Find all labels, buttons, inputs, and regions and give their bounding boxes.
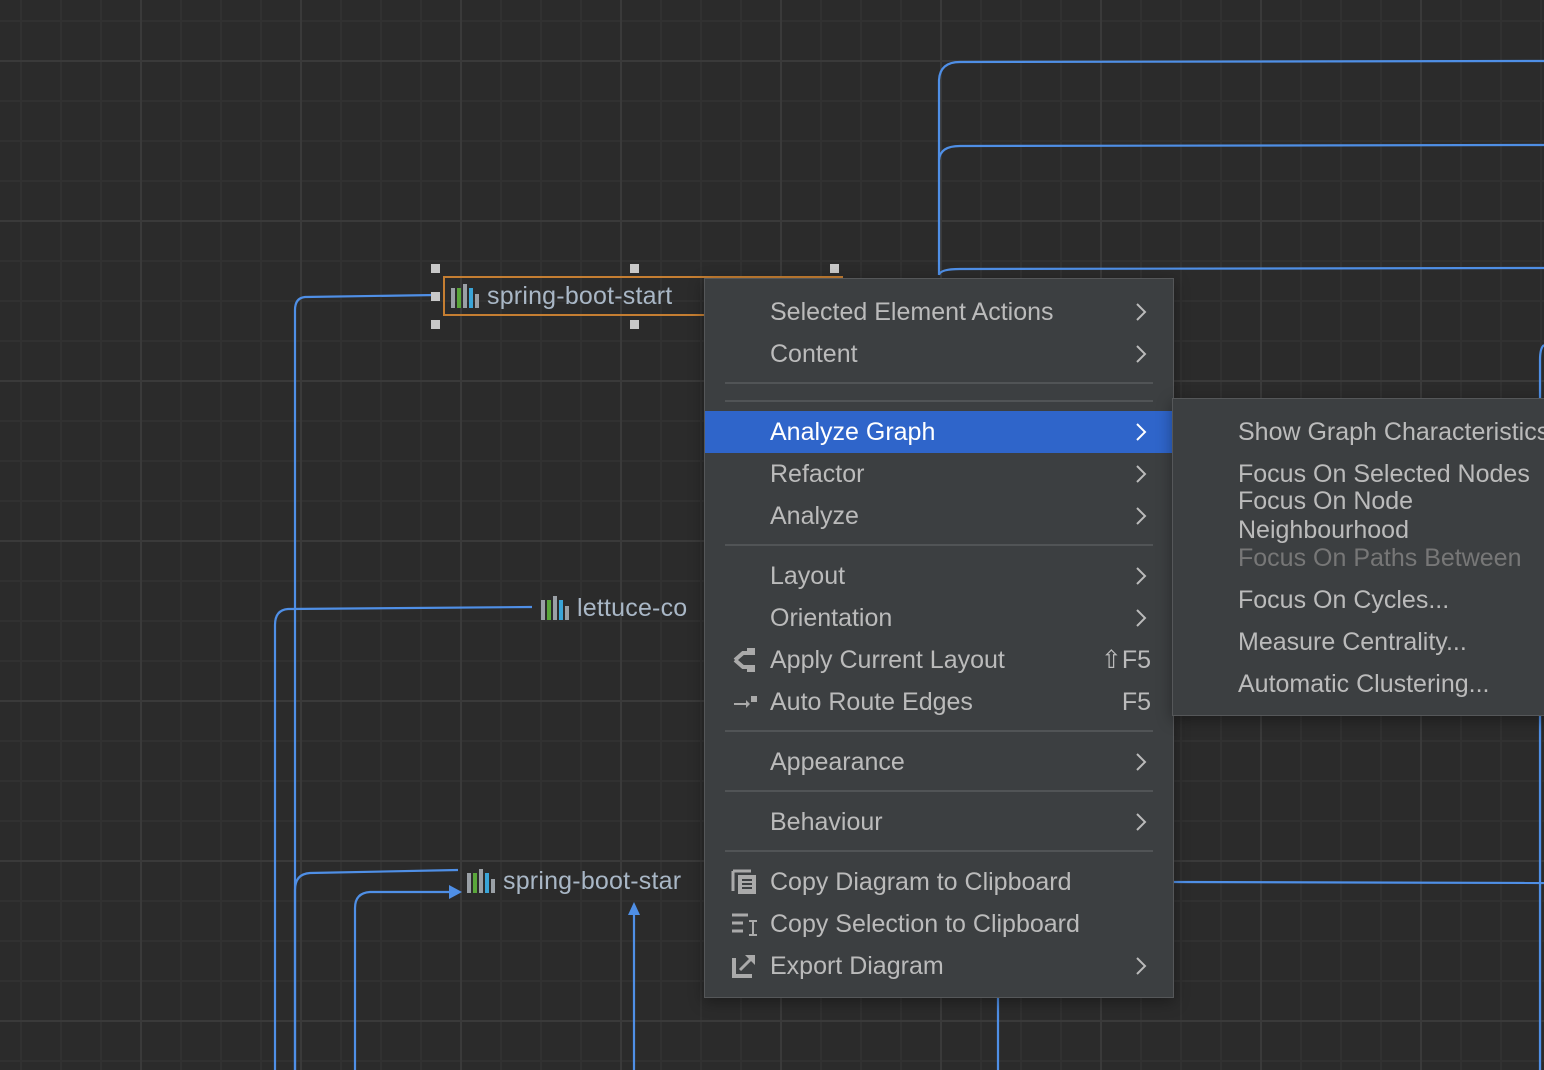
menu-separator bbox=[725, 790, 1153, 792]
apply-layout-icon bbox=[733, 648, 755, 672]
menu-item-label: Orientation bbox=[770, 603, 893, 632]
context-menu: Selected Element Actions Content Analyze… bbox=[704, 278, 1174, 998]
resize-handle[interactable] bbox=[630, 320, 639, 329]
chevron-right-icon bbox=[1136, 957, 1147, 975]
menu-item-label: Content bbox=[770, 339, 858, 368]
edge bbox=[937, 266, 1544, 276]
menu-item-selected-element-actions[interactable]: Selected Element Actions bbox=[705, 291, 1173, 333]
menu-separator bbox=[725, 730, 1153, 732]
menu-item-label: Export Diagram bbox=[770, 951, 944, 980]
resize-handle[interactable] bbox=[830, 264, 839, 273]
menu-item-analyze[interactable]: Analyze bbox=[705, 495, 1173, 537]
edge bbox=[937, 143, 1544, 161]
menu-item-refactor[interactable]: Refactor bbox=[705, 453, 1173, 495]
menu-item-label: Copy Diagram to Clipboard bbox=[770, 867, 1072, 896]
edge bbox=[353, 890, 452, 1070]
menu-item-behaviour[interactable]: Behaviour bbox=[705, 801, 1173, 843]
resize-handle[interactable] bbox=[630, 264, 639, 273]
menu-item-label: Automatic Clustering... bbox=[1238, 669, 1490, 698]
menu-item-auto-route-edges[interactable]: Auto Route Edges F5 bbox=[705, 681, 1173, 723]
maven-library-icon bbox=[467, 869, 495, 893]
menu-item-label: Focus On Cycles... bbox=[1238, 585, 1450, 614]
menu-item-label: Focus On Selected Nodes bbox=[1238, 459, 1530, 488]
menu-item-label: Show Graph Characteristics bbox=[1238, 417, 1544, 446]
submenu-item-automatic-clustering[interactable]: Automatic Clustering... bbox=[1173, 663, 1544, 705]
chevron-right-icon bbox=[1136, 303, 1147, 321]
menu-item-orientation[interactable]: Orientation bbox=[705, 597, 1173, 639]
menu-item-label: Copy Selection to Clipboard bbox=[770, 909, 1080, 938]
menu-separator bbox=[725, 850, 1153, 852]
diagram-node[interactable]: spring-boot-star bbox=[467, 863, 681, 899]
menu-separator bbox=[725, 400, 1153, 402]
menu-separator bbox=[725, 382, 1153, 384]
menu-item-label: Appearance bbox=[770, 747, 905, 776]
menu-item-analyze-graph[interactable]: Analyze Graph bbox=[705, 411, 1173, 453]
menu-item-layout[interactable]: Layout bbox=[705, 555, 1173, 597]
arrowhead bbox=[449, 885, 462, 899]
edge bbox=[293, 868, 459, 1070]
route-edges-icon bbox=[734, 696, 757, 708]
edge bbox=[273, 605, 533, 1070]
menu-item-copy-diagram[interactable]: Copy Diagram to Clipboard bbox=[705, 861, 1173, 903]
chevron-right-icon bbox=[1136, 567, 1147, 585]
chevron-right-icon bbox=[1136, 609, 1147, 627]
menu-item-label: Analyze Graph bbox=[770, 417, 936, 446]
shortcut-label: ⇧F5 bbox=[1100, 646, 1151, 674]
menu-item-copy-selection[interactable]: Copy Selection to Clipboard bbox=[705, 903, 1173, 945]
menu-item-label: Apply Current Layout bbox=[770, 645, 1005, 674]
menu-item-label: Focus On Paths Between bbox=[1238, 543, 1522, 572]
diagram-node[interactable]: lettuce-co bbox=[541, 590, 687, 626]
node-label: spring-boot-start bbox=[487, 281, 673, 310]
menu-item-apply-current-layout[interactable]: Apply Current Layout ⇧F5 bbox=[705, 639, 1173, 681]
export-icon bbox=[732, 955, 755, 978]
submenu-item-focus-cycles[interactable]: Focus On Cycles... bbox=[1173, 579, 1544, 621]
edge bbox=[1173, 880, 1544, 885]
copy-selection-icon bbox=[732, 913, 757, 936]
menu-item-label: Auto Route Edges bbox=[770, 687, 973, 716]
arrowhead bbox=[628, 902, 640, 915]
submenu-item-focus-node-neighbourhood[interactable]: Focus On Node Neighbourhood bbox=[1173, 487, 1544, 544]
resize-handle[interactable] bbox=[431, 292, 440, 301]
resize-handle[interactable] bbox=[431, 320, 440, 329]
node-label: spring-boot-star bbox=[503, 866, 682, 895]
chevron-right-icon bbox=[1136, 753, 1147, 771]
maven-library-icon bbox=[451, 284, 479, 308]
menu-item-appearance[interactable]: Appearance bbox=[705, 741, 1173, 783]
edge bbox=[937, 59, 1544, 275]
menu-item-label: Analyze bbox=[770, 501, 859, 530]
resize-handle[interactable] bbox=[431, 264, 440, 273]
menu-item-label: Behaviour bbox=[770, 807, 883, 836]
menu-item-export-diagram[interactable]: Export Diagram bbox=[705, 945, 1173, 987]
edge bbox=[293, 293, 437, 1070]
menu-item-label: Measure Centrality... bbox=[1238, 627, 1467, 656]
analyze-graph-submenu: Show Graph Characteristics Focus On Sele… bbox=[1172, 398, 1544, 716]
chevron-right-icon bbox=[1136, 465, 1147, 483]
menu-item-label: Selected Element Actions bbox=[770, 297, 1054, 326]
diagram-node[interactable]: spring-boot-start bbox=[451, 278, 672, 314]
copy-diagram-icon bbox=[731, 869, 756, 894]
chevron-right-icon bbox=[1136, 345, 1147, 363]
menu-item-label: Refactor bbox=[770, 459, 865, 488]
chevron-right-icon bbox=[1136, 423, 1147, 441]
menu-item-label: Layout bbox=[770, 561, 846, 590]
submenu-item-focus-paths-between: Focus On Paths Between bbox=[1173, 537, 1544, 579]
menu-item-content[interactable]: Content bbox=[705, 333, 1173, 375]
menu-separator bbox=[725, 544, 1153, 546]
submenu-item-show-graph-characteristics[interactable]: Show Graph Characteristics bbox=[1173, 411, 1544, 453]
node-label: lettuce-co bbox=[577, 593, 688, 622]
maven-library-icon bbox=[541, 596, 569, 620]
chevron-right-icon bbox=[1136, 813, 1147, 831]
submenu-item-measure-centrality[interactable]: Measure Centrality... bbox=[1173, 621, 1544, 663]
shortcut-label: F5 bbox=[1121, 687, 1151, 716]
chevron-right-icon bbox=[1136, 507, 1147, 525]
